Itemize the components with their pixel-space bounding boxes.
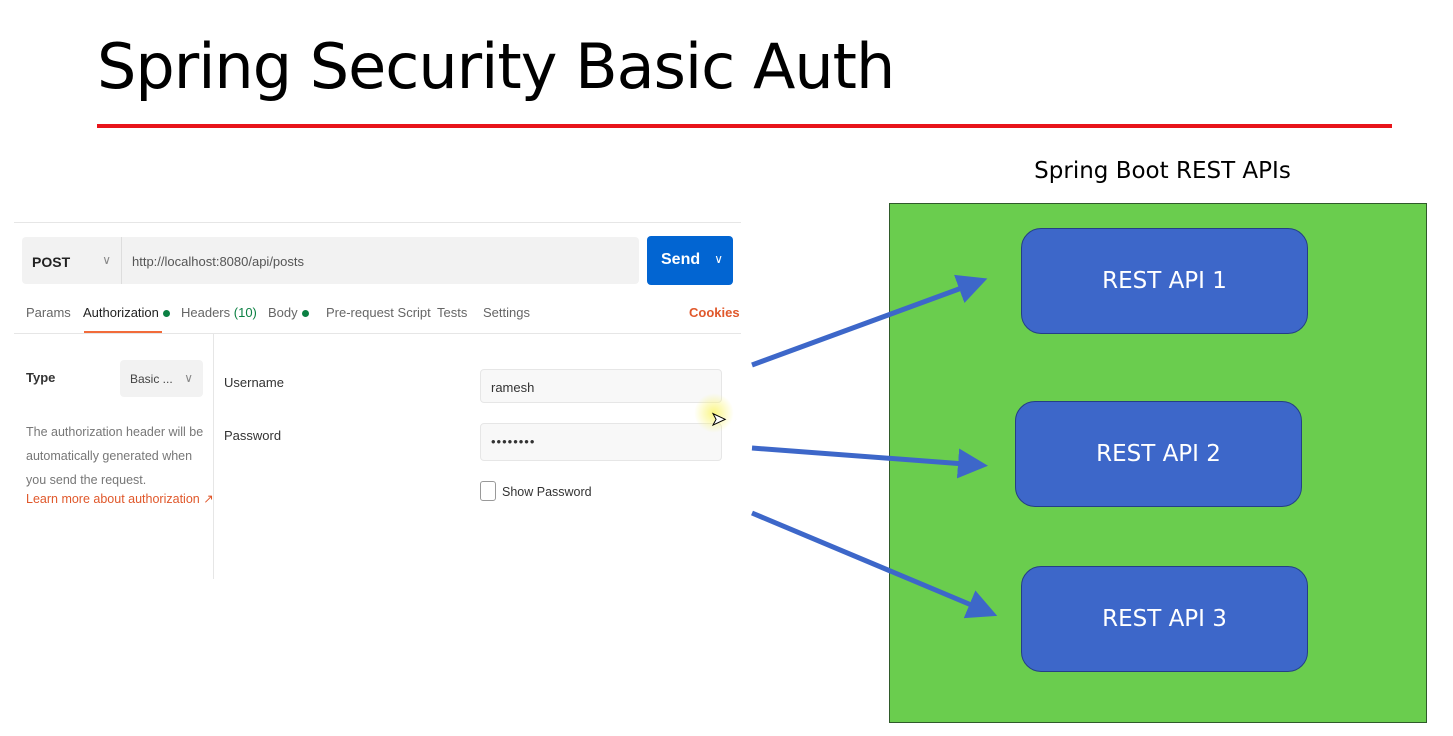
arrow-to-api-2 (751, 445, 988, 479)
arrow-to-api-1 (751, 274, 988, 368)
arrow-to-api-3 (751, 510, 998, 619)
arrows (751, 274, 998, 619)
